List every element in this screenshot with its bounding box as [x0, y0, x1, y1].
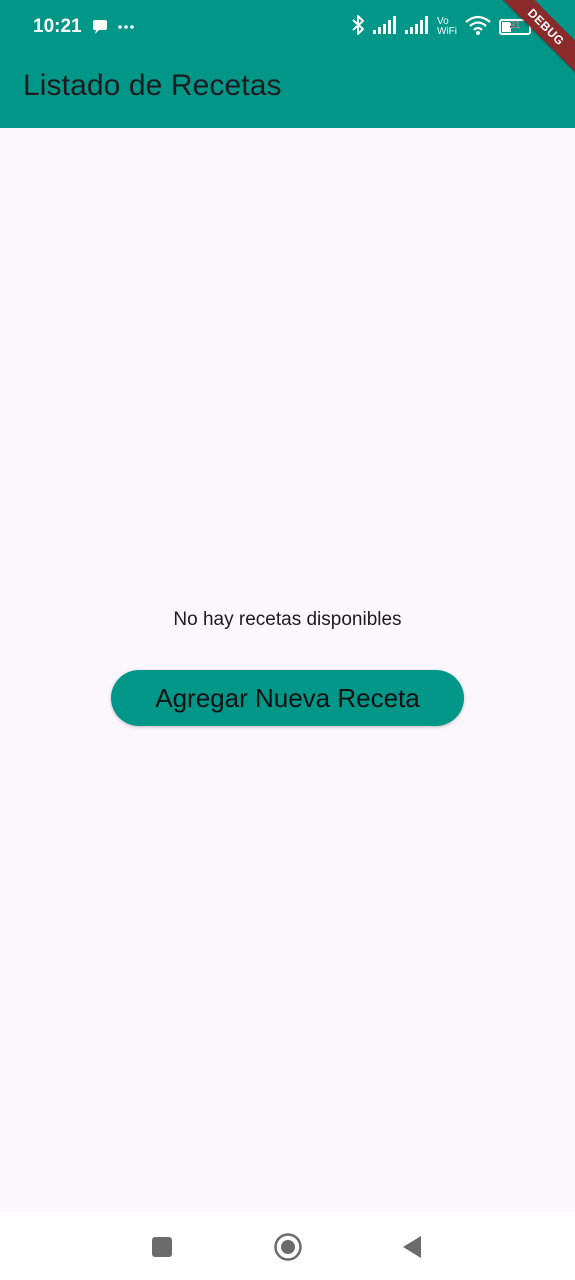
vowifi-icon: Vo WiFi	[437, 17, 457, 37]
add-recipe-button-label: Agregar Nueva Receta	[155, 682, 420, 713]
signal-icon	[405, 14, 429, 41]
more-dots-icon	[117, 18, 135, 36]
debug-banner: DEBUG	[485, 0, 575, 90]
bluetooth-icon	[351, 14, 365, 41]
chat-bubble-icon	[91, 18, 109, 36]
debug-label: DEBUG	[524, 5, 568, 49]
debug-ribbon: DEBUG	[494, 0, 575, 79]
system-navigation-bar	[0, 1212, 575, 1280]
vowifi-bottom-label: WiFi	[437, 26, 457, 37]
empty-state-message: No hay recetas disponibles	[173, 609, 402, 630]
add-recipe-button[interactable]: Agregar Nueva Receta	[111, 670, 464, 726]
recents-square-icon[interactable]	[145, 1230, 179, 1264]
home-circle-icon[interactable]	[271, 1230, 305, 1264]
signal-icon	[373, 14, 397, 41]
status-time: 10:21	[33, 16, 82, 37]
page-title: Listado de Recetas	[23, 69, 282, 102]
back-triangle-icon[interactable]	[395, 1230, 429, 1264]
